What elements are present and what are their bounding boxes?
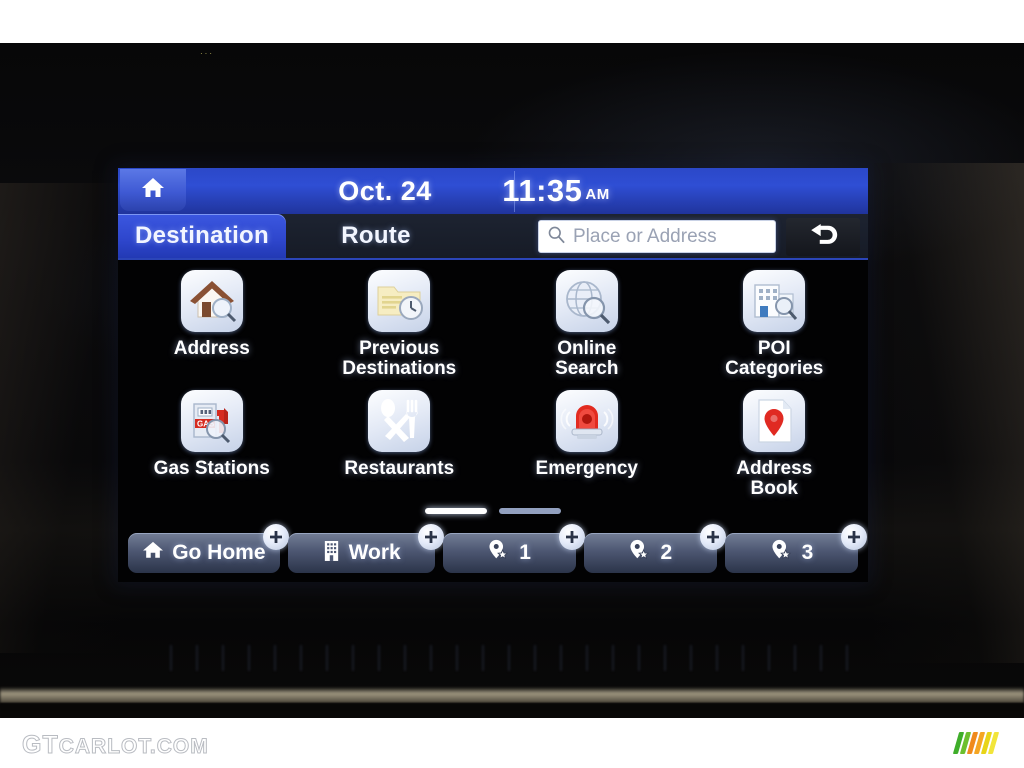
back-button[interactable] [786,218,860,256]
photo-canvas: ··· ··· ··· Oct. 24 11:35AM Destination … [0,0,1024,768]
grid-label: Previous Destinations [342,339,456,379]
building-search-icon [743,270,806,332]
grid-label-line2: Search [555,358,619,379]
grid-item-poi-categories[interactable]: POI Categories [681,264,869,384]
grid-label: POI Categories [725,339,823,379]
shortcut-favorite-1[interactable]: 1 [442,524,585,573]
shortcut-favorite-2[interactable]: 2 [583,524,726,573]
watermark-footer: GTCARLOT.COM [0,718,1024,768]
grid-item-address[interactable]: Address [118,264,306,384]
time-value: 11:35 [502,173,583,208]
grid-label-line1: Restaurants [344,458,455,479]
navigation-screen: Oct. 24 11:35 AM Destination Route Place … [118,168,868,582]
shortcut-label: Go Home [172,541,266,564]
folder-clock-icon [368,270,431,332]
grid-item-restaurants[interactable]: Restaurants [306,384,494,504]
home-button[interactable] [120,169,186,211]
tab-destination[interactable]: Destination [118,214,286,258]
globe-search-icon [555,270,618,332]
dash-trim-right [874,163,1024,663]
house-search-icon [180,270,243,332]
grid-label-line1: Online [557,338,617,359]
grid-label-line2: Destinations [342,358,457,379]
shortcut-label: 3 [801,541,814,564]
grid-label-line1: Address [736,458,813,479]
dash-vent [170,645,870,671]
back-arrow-icon [807,222,839,253]
site-watermark: GTCARLOT.COM [22,731,209,760]
pin-star-icon [770,539,794,567]
plus-icon[interactable] [417,524,444,550]
dash-trim-left [0,183,120,653]
brand-logo-mark [952,732,1000,754]
home-icon [140,176,166,205]
plus-icon[interactable] [558,524,585,550]
grid-label-line1: POI [757,338,791,359]
grid-label-line1: Previous [359,338,440,359]
grid-item-gas-stations[interactable]: GAS Gas Stations [118,384,306,504]
search-placeholder: Place or Address [573,225,717,247]
shortcut-go-home[interactable]: Go Home [128,524,289,573]
shortcut-label: 2 [660,541,673,564]
grid-item-previous-destinations[interactable]: Previous Destinations [306,264,494,384]
pin-star-icon [628,539,652,567]
grid-label: Address [174,339,250,359]
grid-label: Online Search [555,339,618,379]
grid-label: Restaurants [344,459,454,479]
grid-label-line2: Book [750,478,799,499]
fork-spoon-icon [368,390,431,452]
shortcut-bar: Go Home Work 1 2 3 [128,524,867,576]
building-icon [322,540,341,567]
page-indicator-dot-2[interactable] [499,508,561,514]
grid-item-emergency[interactable]: Emergency [493,384,681,504]
watermark-prefix: GT [22,731,59,760]
shortcut-label: 1 [519,541,531,564]
grid-label: Address Book [736,459,812,499]
pin-star-icon [487,539,511,567]
shortcut-work[interactable]: Work [287,524,444,573]
grid-label: Emergency [536,459,638,479]
grid-label-line1: Emergency [535,458,638,479]
ampm-label: AM [585,186,610,203]
tab-route[interactable]: Route [296,214,456,258]
shortcut-favorite-3[interactable]: 3 [724,524,867,573]
grid-label-line1: Address [173,338,250,359]
grid-label-line1: Gas Stations [153,458,270,479]
destination-icon-grid: Address Previous Destinations Online Sea… [118,264,868,504]
map-pin-page-icon [743,390,806,452]
siren-icon [555,390,618,452]
grid-item-online-search[interactable]: Online Search [493,264,681,384]
plus-icon[interactable] [262,524,289,550]
tab-bar: Destination Route Place or Address [118,214,868,260]
dust-speck: ··· [200,49,214,58]
page-indicator-dot-1[interactable] [425,508,487,514]
grid-item-address-book[interactable]: Address Book [681,384,869,504]
home-icon [142,540,164,566]
search-icon [547,225,566,249]
dash-ledge-upper [0,687,1024,703]
screen-header: Oct. 24 11:35 AM [118,168,868,214]
grid-label: Gas Stations [154,459,270,479]
plus-icon[interactable] [841,524,867,550]
plus-icon[interactable] [699,524,726,550]
search-input[interactable]: Place or Address [538,220,776,253]
fuel-pump-search-icon: GAS [180,390,243,452]
page-indicator[interactable] [118,508,868,514]
watermark-suffix: CARLOT.COM [58,735,209,759]
shortcut-label: Work [348,541,401,564]
time-display: 11:35 AM [436,173,676,209]
grid-label-line2: Categories [725,358,824,379]
